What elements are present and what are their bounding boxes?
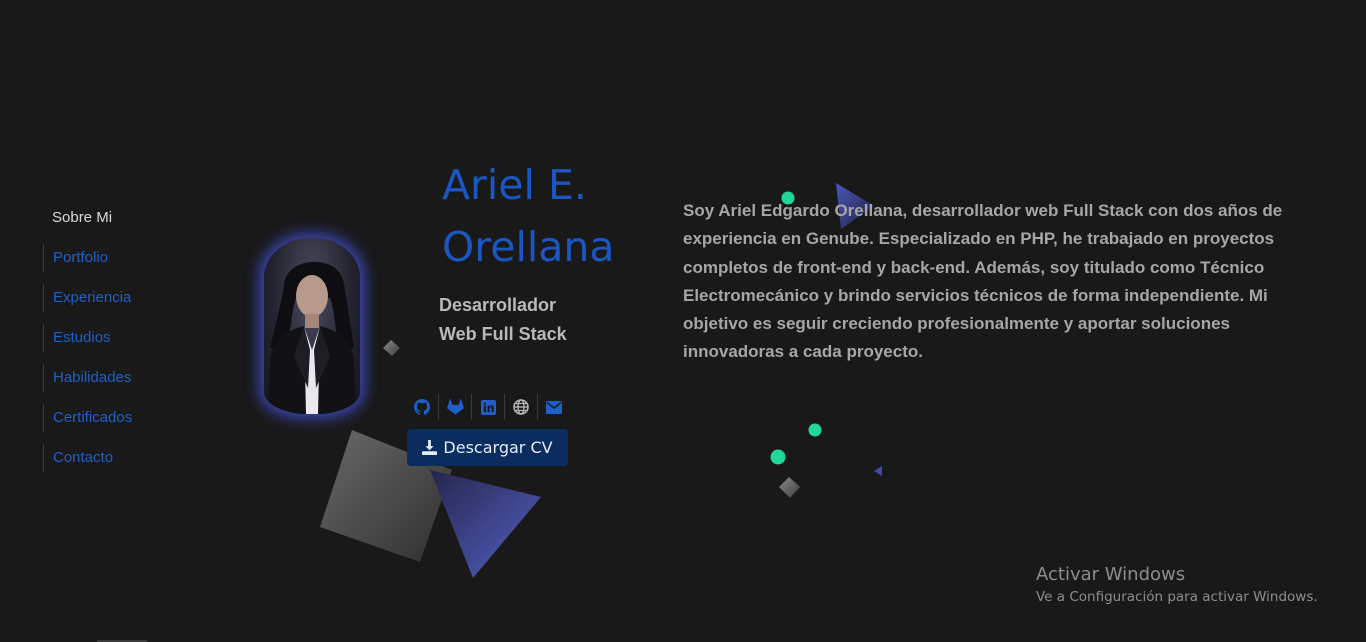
portfolio-page: Sobre Mi Portfolio Experiencia Estudios … <box>0 0 1366 642</box>
download-cv-button[interactable]: Descargar CV <box>407 429 568 466</box>
globe-icon <box>513 399 529 415</box>
windows-activation-watermark: Activar Windows Ve a Configuración para … <box>1036 564 1318 605</box>
download-cv-label: Descargar CV <box>443 438 553 457</box>
green-dot <box>770 449 786 465</box>
sidebar-nav: Sobre Mi Portfolio Experiencia Estudios … <box>43 204 132 484</box>
profile-avatar <box>264 238 360 414</box>
nav-item-certificados[interactable]: Certificados <box>43 404 132 432</box>
profile-name-line1: Ariel E. <box>442 161 587 209</box>
gitlab-link[interactable] <box>439 394 472 420</box>
envelope-icon <box>546 400 562 414</box>
nav-item-contacto[interactable]: Contacto <box>43 444 132 472</box>
profile-role: Desarrollador Web Full Stack <box>439 291 599 349</box>
linkedin-link[interactable] <box>472 394 505 420</box>
website-link[interactable] <box>505 394 538 420</box>
github-icon <box>414 399 430 415</box>
email-link[interactable] <box>538 394 570 420</box>
download-icon <box>422 440 438 455</box>
nav-item-habilidades[interactable]: Habilidades <box>43 364 132 392</box>
nav-item-experiencia[interactable]: Experiencia <box>43 284 132 312</box>
about-bio-text: Soy Ariel Edgardo Orellana, desarrollado… <box>683 201 1283 362</box>
small-diamond-shape <box>383 340 400 356</box>
small-diamond-shape-2 <box>779 477 800 498</box>
tiny-triangle-shape <box>874 466 882 476</box>
indigo-triangle-shape <box>430 470 541 578</box>
gitlab-icon <box>446 399 464 415</box>
profile-role-line1: Desarrollador <box>439 295 557 315</box>
profile-name: Ariel E. Orellana <box>442 154 642 278</box>
watermark-title: Activar Windows <box>1036 564 1186 585</box>
green-dot <box>808 423 822 437</box>
watermark-subtitle: Ve a Configuración para activar Windows. <box>1036 589 1318 605</box>
nav-item-portfolio[interactable]: Portfolio <box>43 244 132 272</box>
profile-name-line2: Orellana <box>442 223 615 271</box>
linkedin-icon <box>480 399 496 415</box>
github-link[interactable] <box>406 394 439 420</box>
profile-role-line2: Web Full Stack <box>439 324 567 344</box>
social-links <box>406 394 570 420</box>
nav-item-estudios[interactable]: Estudios <box>43 324 132 352</box>
nav-item-sobre-mi[interactable]: Sobre Mi <box>43 204 132 232</box>
